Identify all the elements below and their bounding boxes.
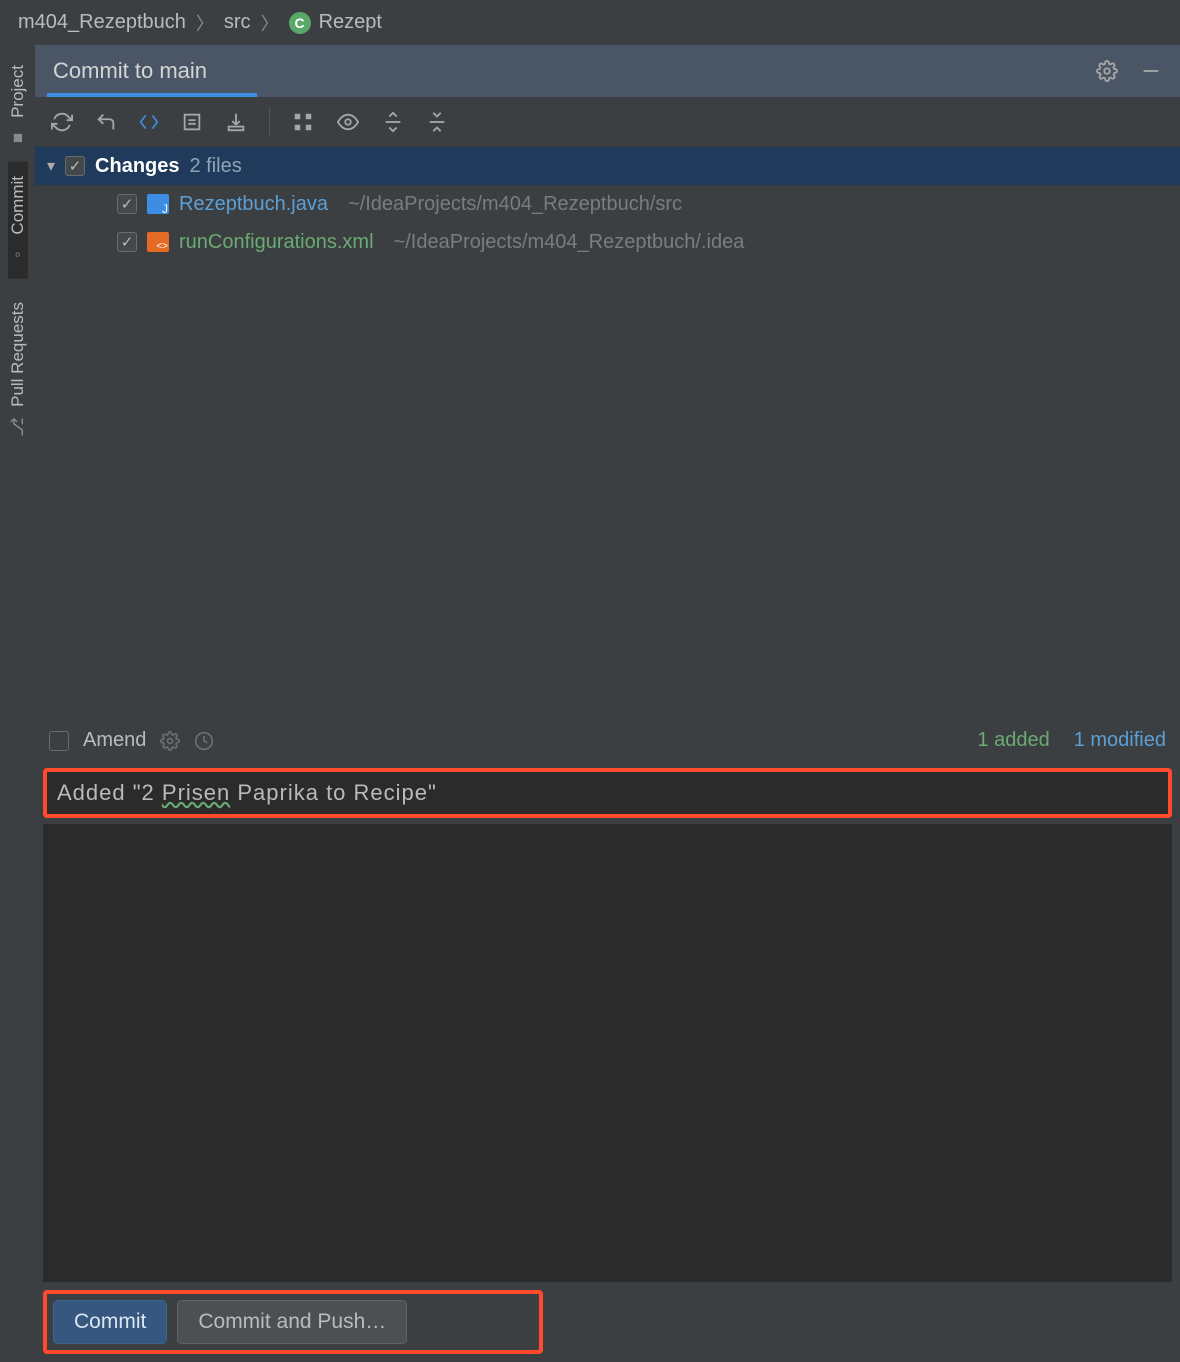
- changelist-icon[interactable]: [181, 111, 203, 133]
- button-label: Commit: [74, 1310, 146, 1334]
- commit-buttons-highlight: Commit Commit and Push…: [43, 1290, 543, 1354]
- rollback-icon[interactable]: [95, 111, 117, 133]
- class-icon: C: [289, 12, 311, 34]
- gear-icon[interactable]: [1096, 60, 1118, 82]
- changes-count: 2 files: [190, 155, 242, 178]
- file-name: runConfigurations.xml: [179, 231, 374, 254]
- added-count: 1 added: [977, 729, 1049, 752]
- chevron-right-icon: 〉: [261, 10, 279, 36]
- minimize-icon[interactable]: [1140, 60, 1162, 82]
- amend-checkbox[interactable]: [49, 731, 69, 751]
- breadcrumb-folder[interactable]: src: [224, 11, 251, 34]
- button-label: Commit and Push…: [198, 1310, 386, 1334]
- diff-icon[interactable]: [139, 112, 159, 132]
- checkbox-file[interactable]: ✓: [117, 194, 137, 214]
- toolbar-separator: [269, 108, 270, 136]
- commit-toolbar: [35, 97, 1180, 147]
- checkbox-all[interactable]: ✓: [65, 156, 85, 176]
- panel-title: Commit to main: [53, 58, 207, 84]
- sidebar-label: Commit: [8, 176, 28, 235]
- java-file-icon: [147, 194, 169, 214]
- changes-tree: ▾ ✓ Changes 2 files ✓ Rezeptbuch.java ~/…: [35, 147, 1180, 261]
- file-path: ~/IdeaProjects/m404_Rezeptbuch/src: [348, 193, 682, 216]
- commit-msg-text: Added "2: [57, 780, 162, 805]
- file-row[interactable]: ✓ runConfigurations.xml ~/IdeaProjects/m…: [35, 223, 1180, 261]
- shelve-icon[interactable]: [225, 111, 247, 133]
- commit-and-push-button[interactable]: Commit and Push…: [177, 1300, 407, 1344]
- changes-header[interactable]: ▾ ✓ Changes 2 files: [35, 147, 1180, 185]
- commit-button[interactable]: Commit: [53, 1300, 167, 1344]
- checkbox-file[interactable]: ✓: [117, 232, 137, 252]
- pull-request-icon: ⎇: [8, 418, 28, 438]
- commit-msg-text: Paprika to Recipe": [230, 780, 437, 805]
- commit-panel: Commit to main: [35, 45, 1180, 1362]
- sidebar-label: Pull Requests: [8, 302, 28, 407]
- commit-message-input[interactable]: Added "2 Prisen Paprika to Recipe": [47, 772, 1168, 814]
- file-path: ~/IdeaProjects/m404_Rezeptbuch/.idea: [394, 231, 745, 254]
- view-icon[interactable]: [336, 111, 360, 133]
- changes-label: Changes: [95, 155, 179, 178]
- sidebar-tab-commit[interactable]: ◦ Commit: [8, 162, 28, 279]
- amend-bar: Amend 1 added 1 modified: [35, 720, 1180, 762]
- tab-underline: [47, 93, 257, 97]
- commit-message-highlight: Added "2 Prisen Paprika to Recipe": [43, 768, 1172, 818]
- gear-icon[interactable]: [160, 731, 180, 751]
- panel-header: Commit to main: [35, 45, 1180, 97]
- breadcrumb-project[interactable]: m404_Rezeptbuch: [18, 11, 186, 34]
- tool-sidebar: ■ Project ◦ Commit ⎇ Pull Requests: [0, 45, 35, 1362]
- chevron-right-icon: 〉: [196, 10, 214, 36]
- modified-count: 1 modified: [1074, 729, 1166, 752]
- chevron-down-icon[interactable]: ▾: [47, 156, 55, 176]
- breadcrumb-class[interactable]: Rezept: [319, 11, 382, 34]
- group-icon[interactable]: [292, 111, 314, 133]
- xml-file-icon: [147, 232, 169, 252]
- collapse-icon[interactable]: [426, 111, 448, 133]
- file-name: Rezeptbuch.java: [179, 193, 328, 216]
- history-icon[interactable]: [194, 731, 214, 751]
- commit-message-area[interactable]: [43, 824, 1172, 1283]
- commit-msg-typo: Prisen: [162, 780, 230, 805]
- sidebar-label: Project: [8, 65, 28, 118]
- refresh-icon[interactable]: [51, 111, 73, 133]
- breadcrumb: m404_Rezeptbuch 〉 src 〉 C Rezept: [0, 0, 1180, 45]
- tree-spacer: [35, 261, 1180, 720]
- expand-icon[interactable]: [382, 111, 404, 133]
- commit-icon: ◦: [8, 251, 28, 257]
- amend-label: Amend: [83, 729, 146, 752]
- sidebar-tab-pull-requests[interactable]: ⎇ Pull Requests: [8, 288, 28, 451]
- folder-icon: ■: [8, 133, 28, 143]
- file-row[interactable]: ✓ Rezeptbuch.java ~/IdeaProjects/m404_Re…: [35, 185, 1180, 223]
- sidebar-tab-project[interactable]: ■ Project: [8, 51, 28, 162]
